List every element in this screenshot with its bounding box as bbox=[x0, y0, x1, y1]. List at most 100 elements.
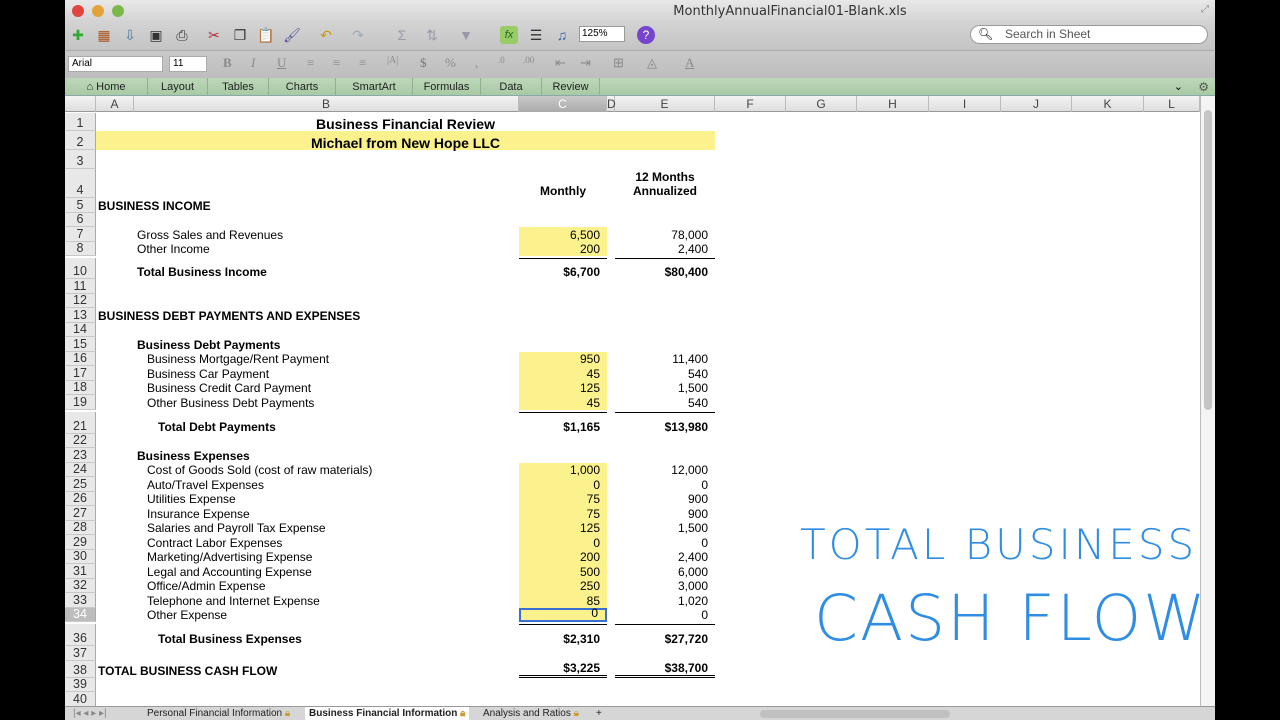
function-icon[interactable]: fx bbox=[500, 26, 518, 44]
row-label[interactable]: BUSINESS DEBT PAYMENTS AND EXPENSES bbox=[98, 308, 528, 323]
row-header[interactable]: 7 bbox=[65, 227, 96, 242]
annual-value[interactable]: 2,400 bbox=[615, 550, 715, 565]
annual-value[interactable]: $13,980 bbox=[615, 411, 715, 434]
row-label[interactable]: Auto/Travel Expenses bbox=[147, 477, 577, 492]
outdent-icon[interactable]: ⇤ bbox=[555, 55, 566, 71]
sheet-nav-arrows[interactable]: |◂ ◂ ▸ ▸| bbox=[69, 707, 111, 720]
row-label[interactable]: Salaries and Payroll Tax Expense bbox=[147, 521, 577, 536]
sheet-tab-business[interactable]: Business Financial Information 🔒︎ bbox=[305, 707, 470, 720]
row-header[interactable]: 1 bbox=[65, 113, 96, 131]
column-header-k[interactable]: K bbox=[1072, 96, 1144, 112]
new-icon[interactable]: ✚ bbox=[69, 26, 87, 44]
row-header[interactable]: 32 bbox=[65, 578, 96, 593]
row-header[interactable]: 15 bbox=[65, 337, 96, 352]
comma-icon[interactable]: , bbox=[475, 55, 478, 71]
column-header-i[interactable]: I bbox=[929, 96, 1001, 112]
annual-value[interactable]: 1,020 bbox=[615, 593, 715, 608]
row-header[interactable]: 25 bbox=[65, 477, 96, 492]
monthly-value[interactable]: 200 bbox=[519, 549, 607, 564]
sheet-subtitle[interactable]: Michael from New Hope LLC bbox=[96, 131, 715, 150]
save-icon[interactable]: ▣ bbox=[147, 26, 165, 44]
row-header[interactable]: 10 bbox=[65, 258, 96, 279]
annual-value[interactable]: 1,500 bbox=[615, 521, 715, 536]
row-label[interactable]: BUSINESS INCOME bbox=[98, 198, 528, 213]
sort-icon[interactable]: ⇅ bbox=[423, 26, 441, 44]
annual-value[interactable]: $80,400 bbox=[615, 258, 715, 279]
indent-icon[interactable]: ⇥ bbox=[580, 55, 591, 71]
align-right-icon[interactable]: ≡ bbox=[359, 55, 366, 71]
row-header[interactable]: 14 bbox=[65, 322, 96, 337]
column-header-d[interactable]: D bbox=[607, 96, 616, 112]
font-size-select[interactable]: 11 bbox=[169, 56, 207, 72]
monthly-value[interactable]: $3,225 bbox=[519, 661, 607, 678]
row-label[interactable]: Utilities Expense bbox=[147, 492, 577, 507]
collapse-ribbon-icon[interactable]: ⌄ bbox=[1174, 78, 1183, 96]
autosum-icon[interactable]: Σ bbox=[393, 26, 411, 44]
row-label[interactable]: Other Expense bbox=[147, 608, 577, 623]
row-label[interactable]: Other Business Debt Payments bbox=[147, 395, 577, 410]
cut-icon[interactable]: ✂ bbox=[205, 26, 223, 44]
row-header[interactable]: 26 bbox=[65, 491, 96, 506]
column-header-j[interactable]: J bbox=[1001, 96, 1072, 112]
add-sheet-button[interactable]: + bbox=[592, 707, 606, 720]
search-input[interactable]: Search in Sheet bbox=[970, 25, 1208, 44]
row-header[interactable]: 18 bbox=[65, 380, 96, 395]
row-label[interactable]: TOTAL BUSINESS CASH FLOW bbox=[98, 661, 528, 678]
tab-home[interactable]: ⌂ Home bbox=[65, 78, 148, 96]
tab-layout[interactable]: Layout bbox=[148, 78, 208, 96]
redo-icon[interactable]: ↷ bbox=[349, 26, 367, 44]
row-header[interactable]: 5 bbox=[65, 198, 96, 213]
annual-value[interactable]: $38,700 bbox=[615, 661, 715, 678]
row-header[interactable]: 40 bbox=[65, 692, 96, 706]
gear-icon[interactable]: ⚙ bbox=[1198, 78, 1209, 96]
row-label[interactable]: Office/Admin Expense bbox=[147, 579, 577, 594]
annual-value[interactable]: 0 bbox=[615, 477, 715, 492]
row-header[interactable]: 3 bbox=[65, 150, 96, 169]
row-label[interactable]: Marketing/Advertising Expense bbox=[147, 550, 577, 565]
annual-value[interactable]: 540 bbox=[615, 395, 715, 410]
print-icon[interactable]: ⎙ bbox=[173, 26, 191, 44]
tab-data[interactable]: Data bbox=[481, 78, 542, 96]
column-header-e[interactable]: E bbox=[615, 96, 715, 112]
row-header[interactable]: 4 bbox=[65, 169, 96, 198]
monthly-value[interactable]: $2,310 bbox=[519, 624, 607, 646]
format-painter-icon[interactable]: 🖌 bbox=[283, 26, 301, 44]
annual-value[interactable]: 0 bbox=[615, 608, 715, 623]
annual-value[interactable]: $27,720 bbox=[615, 624, 715, 646]
currency-button[interactable]: $ bbox=[420, 55, 427, 71]
sheet-tab-analysis[interactable]: Analysis and Ratios 🔒︎ bbox=[479, 707, 583, 720]
row-header[interactable]: 23 bbox=[65, 448, 96, 463]
row-header[interactable]: 6 bbox=[65, 212, 96, 227]
copy-icon[interactable]: ❐ bbox=[231, 26, 249, 44]
row-header[interactable]: 22 bbox=[65, 433, 96, 448]
tab-smartart[interactable]: SmartArt bbox=[336, 78, 413, 96]
row-header[interactable]: 31 bbox=[65, 564, 96, 579]
annual-value[interactable]: 6,000 bbox=[615, 564, 715, 579]
monthly-value[interactable]: 6,500 bbox=[519, 227, 607, 242]
monthly-value[interactable]: 125 bbox=[519, 380, 607, 395]
tab-tables[interactable]: Tables bbox=[208, 78, 269, 96]
monthly-value[interactable]: 950 bbox=[519, 351, 607, 366]
monthly-value[interactable]: 200 bbox=[519, 241, 607, 256]
row-header[interactable]: 21 bbox=[65, 411, 96, 434]
row-header[interactable]: 8 bbox=[65, 241, 96, 256]
annual-value[interactable]: 0 bbox=[615, 535, 715, 550]
toolbox-icon[interactable]: ☰ bbox=[527, 26, 545, 44]
row-label[interactable]: Contract Labor Expenses bbox=[147, 535, 577, 550]
column-header-h[interactable]: H bbox=[857, 96, 929, 112]
monthly-value[interactable]: 500 bbox=[519, 564, 607, 579]
align-left-icon[interactable]: ≡ bbox=[307, 55, 314, 71]
row-label[interactable]: Business Debt Payments bbox=[137, 337, 567, 352]
row-label[interactable]: Other Income bbox=[137, 242, 567, 257]
row-label[interactable]: Total Business Income bbox=[137, 258, 567, 279]
monthly-value[interactable]: 0 bbox=[519, 535, 607, 550]
annual-value[interactable]: 900 bbox=[615, 492, 715, 507]
fullscreen-icon[interactable]: ⤢ bbox=[1201, 4, 1209, 15]
annual-value[interactable]: 78,000 bbox=[615, 227, 715, 242]
paste-icon[interactable]: 📋 bbox=[257, 26, 275, 44]
monthly-value[interactable]: 45 bbox=[519, 366, 607, 381]
column-header-c[interactable]: C bbox=[519, 96, 607, 112]
tab-review[interactable]: Review bbox=[542, 78, 600, 96]
tab-formulas[interactable]: Formulas bbox=[413, 78, 481, 96]
row-header[interactable]: 16 bbox=[65, 351, 96, 366]
